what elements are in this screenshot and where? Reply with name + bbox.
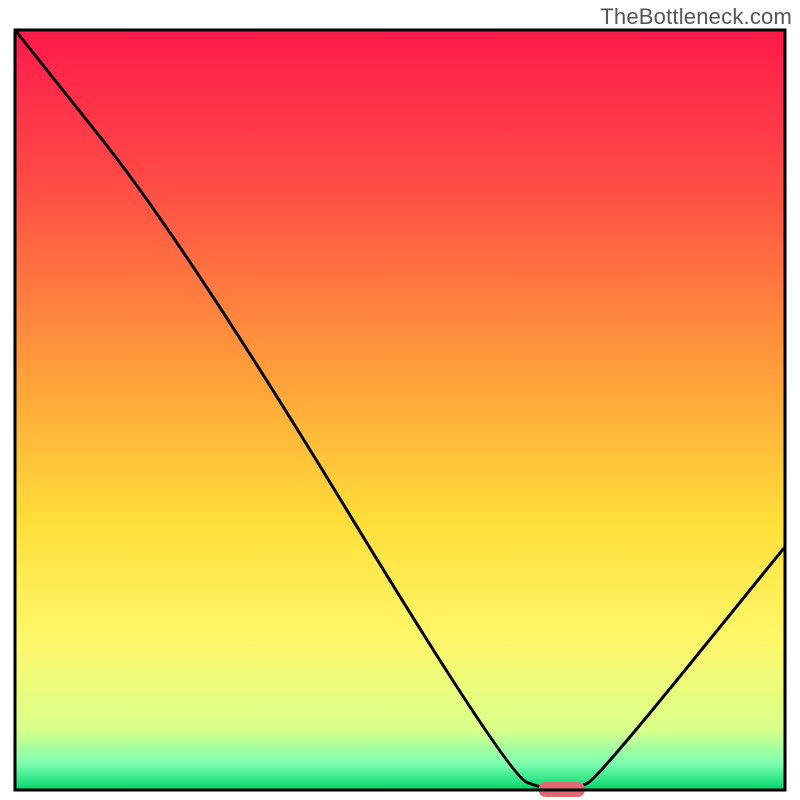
- watermark-text: TheBottleneck.com: [600, 4, 792, 30]
- gradient-fill: [15, 30, 785, 790]
- chart-svg: [0, 0, 800, 800]
- chart-canvas: TheBottleneck.com: [0, 0, 800, 800]
